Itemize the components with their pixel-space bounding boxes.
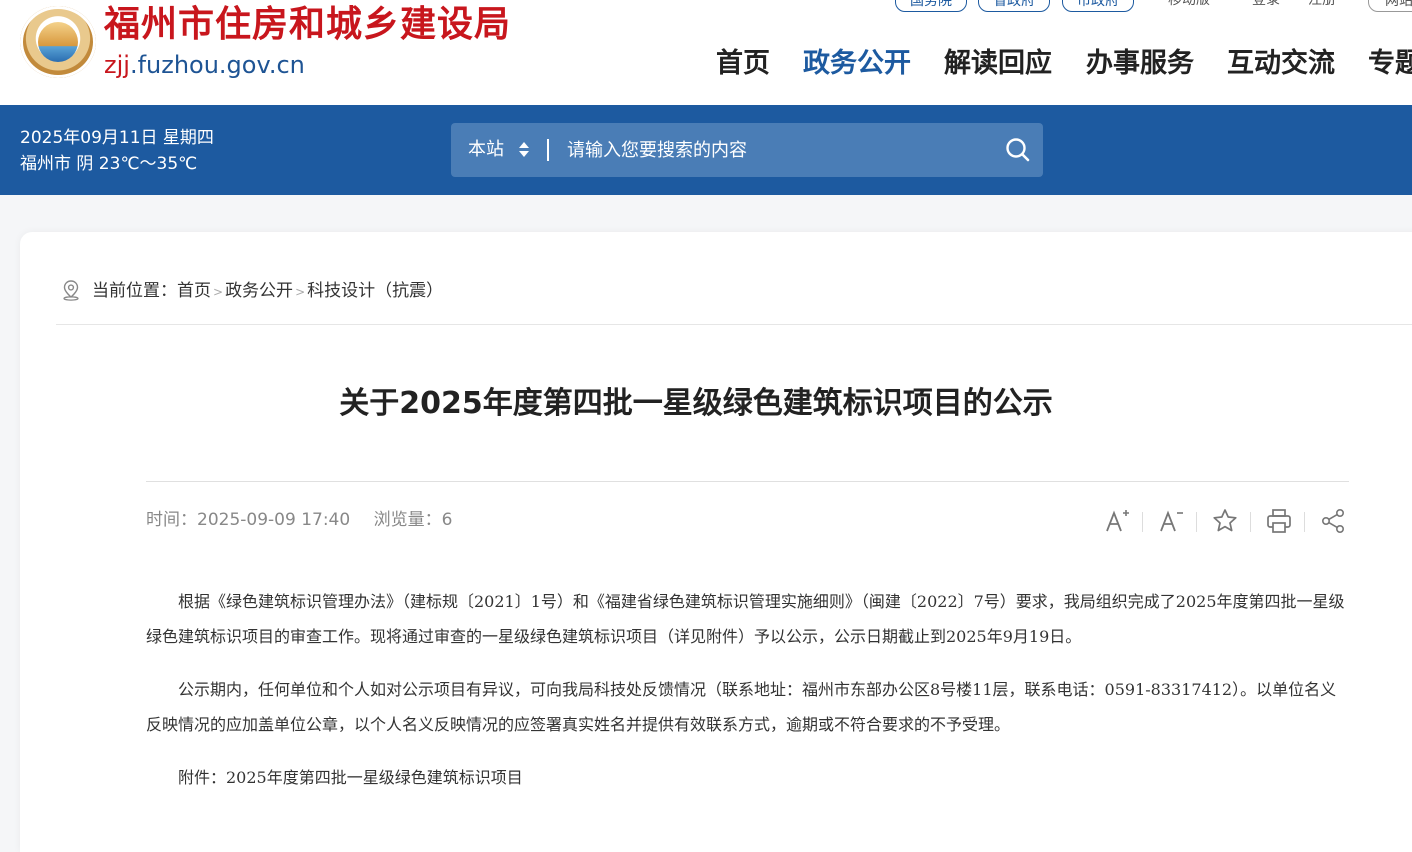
print-icon[interactable] [1264,506,1294,536]
nav-interpretation[interactable]: 解读回应 [944,44,1052,84]
current-date: 2025年09月11日 星期四 [20,128,214,148]
search-separator [547,139,549,161]
select-arrows-icon[interactable] [519,140,529,160]
nav-government-affairs[interactable]: 政务公开 [803,44,911,84]
share-icon[interactable] [1318,506,1348,536]
view-count: 浏览量：6 [373,510,453,530]
article-paragraph: 根据《绿色建筑标识管理办法》（建标规〔2021〕1号）和《福建省绿色建筑标识管理… [146,592,1345,646]
tool-divider [1304,512,1305,532]
content-card: 当前位置：首页 > 政务公开 > 科技设计（抗震） 关于2025年度第四批一星级绿色建筑… [20,232,1412,852]
breadcrumb: 当前位置：首页 > 政务公开 > 科技设计（抗震） [60,274,443,308]
login-register-divider: · [1292,0,1297,8]
breadcrumb-tech-design[interactable]: 科技设计（抗震） [307,281,443,301]
login-link[interactable]: 登录 [1252,0,1280,10]
mobile-version-link[interactable]: 移动版 [1168,0,1210,10]
breadcrumb-sep: > [213,285,224,299]
link-state-council[interactable]: 国务院 [895,0,967,12]
info-bar: 2025年09月11日 星期四 福州市 阴 23℃～35℃ 本站 [0,105,1412,195]
favorite-star-icon[interactable] [1210,506,1240,536]
site-header: 福州市住房和城乡建设局 zjj.fuzhou.gov.cn 国务院 省政府 市政… [0,0,1412,105]
publish-time: 时间：2025-09-09 17:40 [146,510,351,530]
weather: 福州市 阴 23℃～35℃ [20,154,198,174]
network-link[interactable]: 网站 [1368,0,1412,12]
article-paragraph: 公示期内，任何单位和个人如对公示项目有异议，可向我局科技处反馈情况（联系地址：福… [146,680,1337,734]
breadcrumb-label: 当前位置： [92,281,177,301]
title-divider [146,481,1349,482]
top-links: 国务院 省政府 市政府 移动版 登录 · 注册 网站 [0,0,1412,12]
tool-divider [1142,512,1143,532]
font-decrease-icon[interactable] [1156,506,1186,536]
breadcrumb-home[interactable]: 首页 [177,281,211,301]
domain-rest: .fuzhou.gov.cn [129,51,305,79]
link-city-gov[interactable]: 市政府 [1062,0,1134,12]
breadcrumb-government-affairs[interactable]: 政务公开 [225,281,293,301]
site-domain: zjj.fuzhou.gov.cn [104,50,305,80]
nav-interaction[interactable]: 互动交流 [1227,44,1335,84]
tool-divider [1196,512,1197,532]
nav-home[interactable]: 首页 [716,44,770,84]
location-pin-icon [63,280,79,301]
font-increase-icon[interactable] [1102,506,1132,536]
breadcrumb-divider [56,324,1412,325]
date-weather: 2025年09月11日 星期四 福州市 阴 23℃～35℃ [20,125,214,177]
article-meta: 时间：2025-09-09 17:40 浏览量：6 [146,506,470,534]
search-scope-select[interactable]: 本站 [468,123,504,177]
article-title: 关于2025年度第四批一星级绿色建筑标识项目的公示 [339,386,1053,421]
link-province-gov[interactable]: 省政府 [978,0,1050,12]
search-input[interactable] [559,123,995,177]
logo-emblem [38,22,78,62]
attachment-link[interactable]: 附件：2025年度第四批一星级绿色建筑标识项目 [146,760,1350,795]
search-bar: 本站 [451,123,1043,177]
site-logo[interactable] [20,6,96,78]
tool-divider [1250,512,1251,532]
article-body: 根据《绿色建筑标识管理办法》（建标规〔2021〕1号）和《福建省绿色建筑标识管理… [146,584,1350,813]
domain-highlight: zjj [104,51,130,79]
nav-topics[interactable]: 专题 [1368,44,1412,84]
register-link[interactable]: 注册 [1308,0,1336,10]
breadcrumb-sep: > [295,285,306,299]
search-icon[interactable] [1005,137,1031,163]
nav-services[interactable]: 办事服务 [1086,44,1194,84]
